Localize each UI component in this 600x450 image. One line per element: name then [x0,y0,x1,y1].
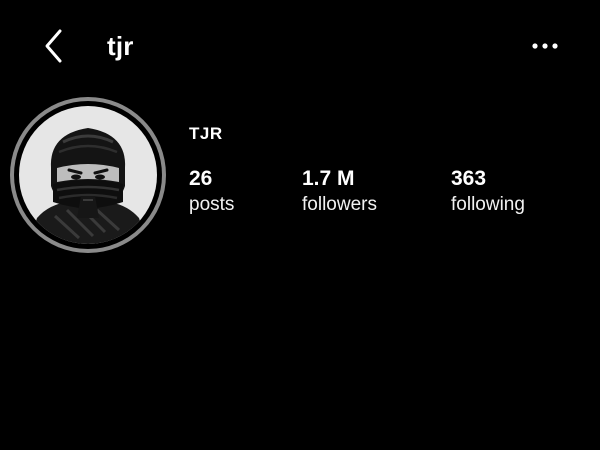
avatar[interactable] [10,97,166,253]
posts-count: 26 [189,167,213,190]
profile-display-name: TJR [189,124,223,143]
followers-label: followers [302,194,377,215]
posts-stat[interactable]: 26 posts [189,166,234,218]
chevron-left-icon [45,29,62,63]
profile-screen: tjr TJR 26 posts 1.7 M followers 363 fol… [0,0,600,450]
following-stat[interactable]: 363 following [451,166,525,218]
avatar-image [19,106,157,244]
following-count: 363 [451,167,487,190]
followers-count: 1.7 M [302,167,355,190]
more-horizontal-icon [532,43,558,49]
back-button[interactable] [38,26,72,66]
posts-label: posts [189,194,235,215]
following-label: following [451,194,525,215]
profile-username: tjr [107,31,134,61]
more-options-button[interactable] [528,32,564,60]
followers-stat[interactable]: 1.7 M followers [302,166,377,218]
